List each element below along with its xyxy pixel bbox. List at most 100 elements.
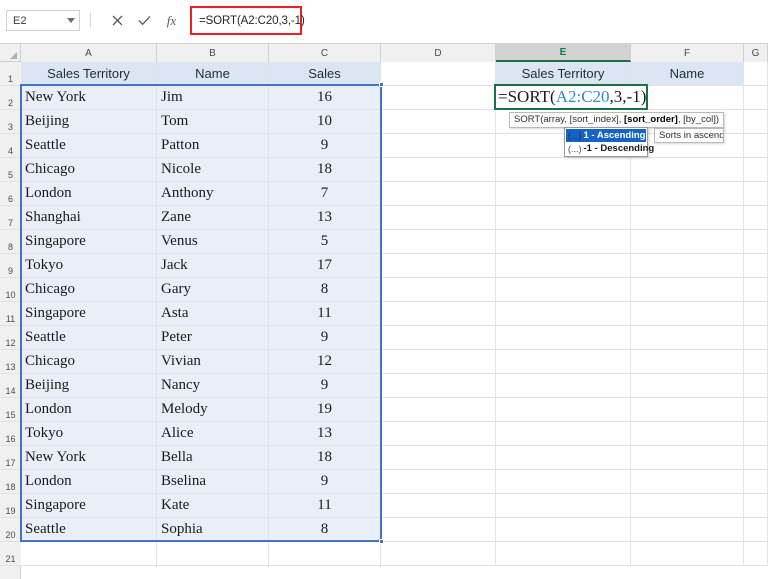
cell-d6[interactable]: [381, 182, 496, 206]
cell-b19[interactable]: Kate: [157, 494, 269, 518]
cell-b7[interactable]: Zane: [157, 206, 269, 230]
cell-g18[interactable]: [744, 470, 768, 494]
cell-a13[interactable]: Chicago: [21, 350, 157, 374]
cell-g19[interactable]: [744, 494, 768, 518]
cell-c4[interactable]: 9: [269, 134, 381, 158]
cell-b10[interactable]: Gary: [157, 278, 269, 302]
autocomplete-option-2[interactable]: (...) -1 - Descending: [566, 142, 654, 155]
cell-g1[interactable]: [744, 62, 768, 86]
cell-c20[interactable]: 8: [269, 518, 381, 542]
column-header-f[interactable]: F: [631, 44, 744, 62]
cell-a14[interactable]: Beijing: [21, 374, 157, 398]
cell-d8[interactable]: [381, 230, 496, 254]
cell-g6[interactable]: [744, 182, 768, 206]
cell-c1[interactable]: Sales: [269, 62, 381, 86]
cell-b16[interactable]: Alice: [157, 422, 269, 446]
cell-f8[interactable]: [631, 230, 744, 254]
cell-a5[interactable]: Chicago: [21, 158, 157, 182]
cell-e18[interactable]: [496, 470, 631, 494]
cell-f6[interactable]: [631, 182, 744, 206]
cell-e19[interactable]: [496, 494, 631, 518]
row-header-4[interactable]: 4: [0, 134, 21, 158]
cell-d13[interactable]: [381, 350, 496, 374]
cell-g13[interactable]: [744, 350, 768, 374]
column-header-e[interactable]: E: [496, 44, 631, 62]
cell-f11[interactable]: [631, 302, 744, 326]
cell-c18[interactable]: 9: [269, 470, 381, 494]
cell-g11[interactable]: [744, 302, 768, 326]
select-all-corner[interactable]: [0, 44, 21, 62]
cell-e15[interactable]: [496, 398, 631, 422]
row-header-5[interactable]: 5: [0, 158, 21, 182]
cell-b4[interactable]: Patton: [157, 134, 269, 158]
cell-c10[interactable]: 8: [269, 278, 381, 302]
row-header-2[interactable]: 2: [0, 86, 22, 110]
column-header-b[interactable]: B: [157, 44, 269, 62]
cell-e12[interactable]: [496, 326, 631, 350]
cell-c6[interactable]: 7: [269, 182, 381, 206]
cell-g21[interactable]: [744, 542, 768, 566]
cancel-x-icon[interactable]: [104, 10, 131, 31]
cell-d4[interactable]: [381, 134, 496, 158]
cell-a2[interactable]: New York: [21, 86, 157, 110]
cell-e6[interactable]: [496, 182, 631, 206]
cell-d19[interactable]: [381, 494, 496, 518]
cell-d17[interactable]: [381, 446, 496, 470]
cell-e8[interactable]: [496, 230, 631, 254]
cell-f5[interactable]: [631, 158, 744, 182]
cell-a9[interactable]: Tokyo: [21, 254, 157, 278]
cell-f15[interactable]: [631, 398, 744, 422]
cell-c13[interactable]: 12: [269, 350, 381, 374]
cell-b3[interactable]: Tom: [157, 110, 269, 134]
cell-d20[interactable]: [381, 518, 496, 542]
cell-a3[interactable]: Beijing: [21, 110, 157, 134]
cell-e13[interactable]: [496, 350, 631, 374]
row-header-20[interactable]: 20: [0, 518, 21, 542]
row-header-8[interactable]: 8: [0, 230, 21, 254]
name-box[interactable]: E2: [6, 10, 80, 31]
cell-e9[interactable]: [496, 254, 631, 278]
cell-a12[interactable]: Seattle: [21, 326, 157, 350]
cell-f10[interactable]: [631, 278, 744, 302]
cell-d12[interactable]: [381, 326, 496, 350]
row-header-19[interactable]: 19: [0, 494, 21, 518]
cell-f1[interactable]: Name: [631, 62, 744, 86]
cell-e14[interactable]: [496, 374, 631, 398]
cell-b13[interactable]: Vivian: [157, 350, 269, 374]
cell-d3[interactable]: [381, 110, 496, 134]
cell-b5[interactable]: Nicole: [157, 158, 269, 182]
checkmark-icon[interactable]: [131, 10, 158, 31]
cell-a15[interactable]: London: [21, 398, 157, 422]
cell-b18[interactable]: Bselina: [157, 470, 269, 494]
cell-g5[interactable]: [744, 158, 768, 182]
cell-b9[interactable]: Jack: [157, 254, 269, 278]
row-header-17[interactable]: 17: [0, 446, 21, 470]
row-header-3[interactable]: 3: [0, 110, 21, 134]
cell-g8[interactable]: [744, 230, 768, 254]
cell-c17[interactable]: 18: [269, 446, 381, 470]
row-header-7[interactable]: 7: [0, 206, 21, 230]
cell-b8[interactable]: Venus: [157, 230, 269, 254]
cell-e16[interactable]: [496, 422, 631, 446]
row-header-21[interactable]: 21: [0, 542, 21, 566]
cell-g16[interactable]: [744, 422, 768, 446]
cell-e11[interactable]: [496, 302, 631, 326]
cell-b2[interactable]: Jim: [157, 86, 269, 110]
cell-g20[interactable]: [744, 518, 768, 542]
cell-g3[interactable]: [744, 110, 768, 134]
cell-f16[interactable]: [631, 422, 744, 446]
cell-d9[interactable]: [381, 254, 496, 278]
cell-g10[interactable]: [744, 278, 768, 302]
cell-g17[interactable]: [744, 446, 768, 470]
cell-c19[interactable]: 11: [269, 494, 381, 518]
chevron-down-icon[interactable]: [63, 11, 79, 30]
cell-c15[interactable]: 19: [269, 398, 381, 422]
cell-b14[interactable]: Nancy: [157, 374, 269, 398]
cell-e7[interactable]: [496, 206, 631, 230]
cell-a8[interactable]: Singapore: [21, 230, 157, 254]
cell-f9[interactable]: [631, 254, 744, 278]
cell-d10[interactable]: [381, 278, 496, 302]
cell-g7[interactable]: [744, 206, 768, 230]
column-header-d[interactable]: D: [381, 44, 496, 62]
cell-e21[interactable]: [496, 542, 631, 566]
